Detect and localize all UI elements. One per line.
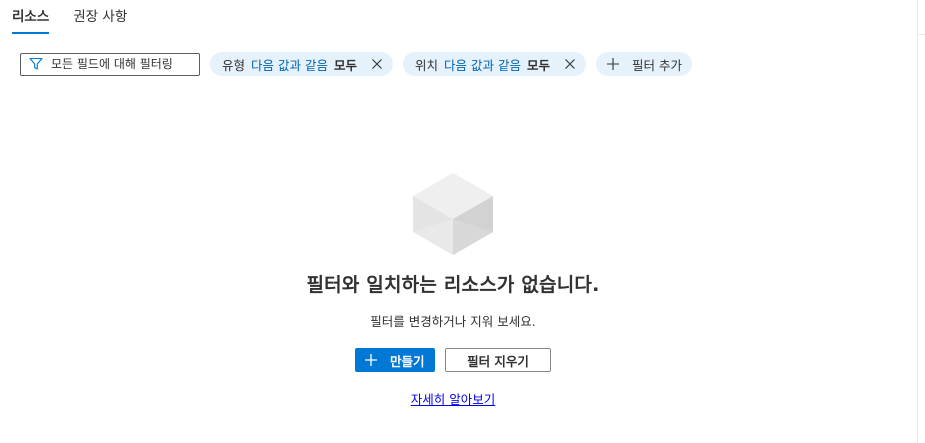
tab-bar: 리소스 권장 사항 — [12, 0, 151, 36]
resources-page: 리소스 권장 사항 유형 다음 값과 같음 모두 위치 다음 값과 같음 — [0, 0, 925, 443]
filter-pill-key: 유형 — [222, 57, 246, 73]
right-panel-divider — [917, 34, 925, 35]
empty-state: 필터와 일치하는 리소스가 없습니다. 필터를 변경하거나 지워 보세요. 만들… — [0, 172, 906, 408]
add-filter-button[interactable]: 필터 추가 — [595, 52, 692, 76]
filter-pill-operator: 다음 값과 같음 — [444, 57, 521, 73]
filter-pill-key: 위치 — [414, 57, 438, 73]
empty-state-title: 필터와 일치하는 리소스가 없습니다. — [306, 274, 600, 296]
learn-more-link[interactable]: 자세히 알아보기 — [411, 389, 495, 408]
right-panel-border — [917, 0, 918, 443]
filter-pill-value: 모두 — [526, 57, 550, 73]
empty-state-subtitle: 필터를 변경하거나 지워 보세요. — [370, 314, 536, 329]
tab-recommendations[interactable]: 권장 사항 — [73, 0, 127, 34]
filter-pill-location[interactable]: 위치 다음 값과 같음 모두 — [402, 52, 586, 76]
filter-pill-type[interactable]: 유형 다음 값과 같음 모두 — [210, 52, 393, 76]
filter-search-input[interactable] — [51, 57, 191, 71]
empty-state-actions: 만들기 필터 지우기 — [0, 348, 906, 372]
add-filter-label: 필터 추가 — [631, 57, 682, 73]
clear-filters-button[interactable]: 필터 지우기 — [445, 348, 551, 372]
tab-resources[interactable]: 리소스 — [12, 0, 50, 34]
cube-icon — [413, 173, 493, 255]
plus-icon — [364, 353, 378, 367]
create-button-label: 만들기 — [390, 353, 425, 369]
funnel-icon — [29, 57, 43, 71]
filter-bar: 유형 다음 값과 같음 모두 위치 다음 값과 같음 모두 — [20, 52, 702, 76]
filter-search-box[interactable] — [20, 52, 200, 76]
plus-icon — [606, 57, 620, 71]
close-icon[interactable] — [371, 58, 383, 70]
filter-pill-operator: 다음 값과 같음 — [251, 57, 328, 73]
clear-filters-label: 필터 지우기 — [467, 353, 529, 369]
create-button[interactable]: 만들기 — [355, 348, 435, 372]
filter-pill-value: 모두 — [333, 57, 357, 73]
close-icon[interactable] — [564, 58, 576, 70]
